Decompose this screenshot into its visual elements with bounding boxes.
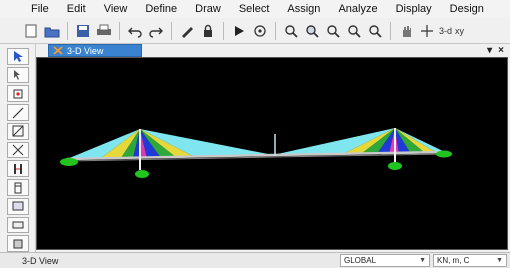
3d-view-button[interactable]: 3-d xyxy=(439,26,452,36)
run-analysis-icon[interactable] xyxy=(230,22,248,40)
window-controls: ▾ × xyxy=(487,45,504,56)
status-bar: 3-D View GLOBAL ▼ KN, m, C ▼ xyxy=(0,252,510,268)
menu-define[interactable]: Define xyxy=(136,3,186,15)
reshape-icon[interactable] xyxy=(6,66,29,84)
menu-analyze[interactable]: Analyze xyxy=(329,3,386,15)
left-toolbar xyxy=(0,44,36,253)
menu-select[interactable]: Select xyxy=(230,3,279,15)
pin-window-icon[interactable]: ▾ xyxy=(487,45,492,56)
menu-draw[interactable]: Draw xyxy=(186,3,230,15)
menu-file[interactable]: File xyxy=(22,3,58,15)
x-axis-icon xyxy=(53,46,63,55)
draw-column-icon[interactable] xyxy=(6,160,29,178)
pointer-select-icon[interactable] xyxy=(6,48,29,65)
toolbar-separator xyxy=(223,21,224,40)
bridge-model xyxy=(60,128,452,178)
save-icon[interactable] xyxy=(74,22,92,40)
draw-rectangular-area-icon[interactable] xyxy=(6,197,29,215)
units-select[interactable]: KN, m, C ▼ xyxy=(433,254,507,267)
zoom-out-icon[interactable] xyxy=(324,22,342,40)
right-cable-fan xyxy=(273,128,445,155)
right-abutment-support xyxy=(436,150,452,158)
toolbar-separator xyxy=(390,21,391,40)
coordinate-system-select[interactable]: GLOBAL ▼ xyxy=(340,254,430,267)
3d-viewport[interactable] xyxy=(36,57,508,250)
zoom-window-icon[interactable] xyxy=(303,22,321,40)
view-mode-icon[interactable] xyxy=(418,22,436,40)
quick-draw-frame-icon[interactable] xyxy=(6,122,29,140)
draw-joint-icon[interactable] xyxy=(6,85,29,103)
tab-3d-view[interactable]: 3-D View xyxy=(48,44,142,57)
toolbar-separator xyxy=(171,21,172,40)
right-pier-support xyxy=(388,162,402,170)
new-file-icon[interactable] xyxy=(22,22,40,40)
chevron-down-icon: ▼ xyxy=(419,257,426,264)
zoom-in-icon[interactable] xyxy=(282,22,300,40)
left-abutment-support xyxy=(60,158,78,166)
close-icon[interactable]: × xyxy=(498,45,504,56)
toolbar-separator xyxy=(67,21,68,40)
undo-icon[interactable] xyxy=(126,22,144,40)
quick-draw-area-icon[interactable] xyxy=(6,216,29,234)
menu-assign[interactable]: Assign xyxy=(278,3,329,15)
left-pier-support xyxy=(135,170,149,178)
zoom-extents-icon[interactable] xyxy=(366,22,384,40)
pan-hand-icon[interactable] xyxy=(397,22,415,40)
redo-icon[interactable] xyxy=(147,22,165,40)
main-toolbar: 3-d xy xyxy=(0,18,510,44)
chevron-down-icon: ▼ xyxy=(496,257,503,264)
zoom-previous-icon[interactable] xyxy=(345,22,363,40)
status-view-name: 3-D View xyxy=(22,255,59,266)
print-icon[interactable] xyxy=(95,22,113,40)
draw-frame-icon[interactable] xyxy=(6,104,29,121)
rotate-view-icon[interactable] xyxy=(251,22,269,40)
toolbar-separator xyxy=(275,21,276,40)
menu-view[interactable]: View xyxy=(95,3,137,15)
lock-icon[interactable] xyxy=(199,22,217,40)
draw-brace-icon[interactable] xyxy=(6,141,29,159)
menu-bar: File Edit View Define Draw Select Assign… xyxy=(0,0,510,18)
tab-3d-view-label: 3-D View xyxy=(67,45,104,56)
units-value: KN, m, C xyxy=(437,256,470,265)
open-folder-icon[interactable] xyxy=(43,22,61,40)
menu-edit[interactable]: Edit xyxy=(58,3,95,15)
menu-display[interactable]: Display xyxy=(387,3,441,15)
toolbar-separator xyxy=(119,21,120,40)
draw-solid-icon[interactable] xyxy=(6,235,29,253)
pencil-icon[interactable] xyxy=(178,22,196,40)
coordinate-system-value: GLOBAL xyxy=(344,256,377,265)
xy-view-button[interactable]: xy xyxy=(455,26,464,36)
draw-area-icon[interactable] xyxy=(6,179,29,196)
menu-design[interactable]: Design xyxy=(441,3,493,15)
